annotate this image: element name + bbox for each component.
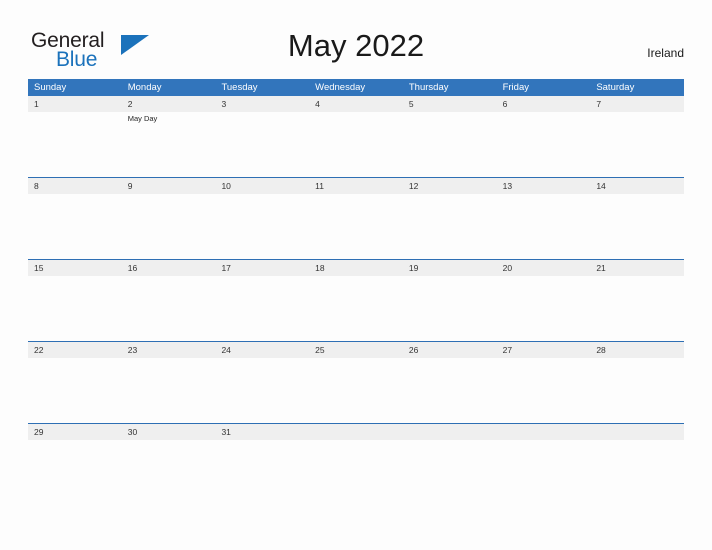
day-cell[interactable] [122, 276, 216, 341]
day-cell [497, 440, 591, 505]
week-date-band: 15 16 17 18 19 20 21 [28, 260, 684, 276]
day-cell[interactable] [403, 194, 497, 259]
day-cell[interactable] [215, 194, 309, 259]
date-number[interactable]: 11 [309, 178, 403, 194]
calendar-week-row: 22 23 24 25 26 27 28 [28, 341, 684, 423]
date-number[interactable]: 16 [122, 260, 216, 276]
day-cell[interactable] [309, 194, 403, 259]
day-cell[interactable] [403, 276, 497, 341]
day-header-monday: Monday [127, 82, 162, 93]
date-number[interactable]: 2 [122, 96, 216, 112]
date-number [309, 424, 403, 440]
date-number[interactable]: 12 [403, 178, 497, 194]
day-header-friday: Friday [502, 82, 529, 93]
calendar-grid: Sunday Monday Tuesday Wednesday Thursday… [28, 79, 684, 505]
calendar-week-row: 1 2 3 4 5 6 7 May Day [28, 96, 684, 177]
day-cell[interactable] [403, 358, 497, 423]
day-cell[interactable] [122, 440, 216, 505]
day-header-wednesday: Wednesday [315, 82, 366, 93]
week-date-band: 1 2 3 4 5 6 7 [28, 96, 684, 112]
date-number[interactable]: 18 [309, 260, 403, 276]
date-number [590, 424, 684, 440]
date-number [497, 424, 591, 440]
week-date-band: 8 9 10 11 12 13 14 [28, 178, 684, 194]
calendar-week-row: 15 16 17 18 19 20 21 [28, 259, 684, 341]
page-header: General Blue May 2022 Ireland [0, 0, 712, 78]
date-number[interactable]: 7 [590, 96, 684, 112]
date-number[interactable]: 15 [28, 260, 122, 276]
week-date-band: 22 23 24 25 26 27 28 [28, 342, 684, 358]
day-cell[interactable] [590, 276, 684, 341]
calendar-week-row: 29 30 31 [28, 423, 684, 505]
date-number[interactable]: 6 [497, 96, 591, 112]
date-number[interactable]: 9 [122, 178, 216, 194]
day-cell[interactable] [215, 358, 309, 423]
date-number[interactable]: 25 [309, 342, 403, 358]
day-cell[interactable] [215, 440, 309, 505]
date-number[interactable]: 10 [215, 178, 309, 194]
day-cell[interactable] [122, 194, 216, 259]
day-cell[interactable] [309, 276, 403, 341]
date-number[interactable]: 17 [215, 260, 309, 276]
day-header-tuesday: Tuesday [221, 82, 258, 93]
date-number[interactable]: 23 [122, 342, 216, 358]
date-number[interactable]: 22 [28, 342, 122, 358]
day-cell[interactable] [590, 112, 684, 177]
date-number[interactable]: 30 [122, 424, 216, 440]
day-header-thursday: Thursday [408, 82, 449, 93]
day-cell[interactable] [497, 358, 591, 423]
page-title: May 2022 [287, 28, 425, 63]
country-label: Ireland [647, 46, 684, 60]
day-cell[interactable] [403, 112, 497, 177]
event-label: May Day [127, 114, 158, 123]
week-event-band [28, 440, 684, 505]
day-cell[interactable] [590, 358, 684, 423]
date-number[interactable]: 29 [28, 424, 122, 440]
date-number[interactable]: 24 [215, 342, 309, 358]
day-cell[interactable] [309, 358, 403, 423]
date-number[interactable]: 19 [403, 260, 497, 276]
day-cell [590, 440, 684, 505]
day-cell [309, 440, 403, 505]
week-event-band: May Day [28, 112, 684, 177]
day-cell[interactable] [28, 358, 122, 423]
date-number[interactable]: 4 [309, 96, 403, 112]
day-cell[interactable] [497, 194, 591, 259]
date-number [403, 424, 497, 440]
date-number[interactable]: 13 [497, 178, 591, 194]
day-cell[interactable] [28, 276, 122, 341]
week-date-band: 29 30 31 [28, 424, 684, 440]
day-of-week-header-row: Sunday Monday Tuesday Wednesday Thursday… [28, 79, 684, 96]
date-number[interactable]: 26 [403, 342, 497, 358]
day-cell[interactable] [122, 358, 216, 423]
day-cell[interactable] [590, 194, 684, 259]
date-number[interactable]: 5 [403, 96, 497, 112]
day-cell[interactable] [497, 112, 591, 177]
day-cell[interactable] [215, 112, 309, 177]
day-cell [403, 440, 497, 505]
day-cell[interactable] [28, 440, 122, 505]
day-cell[interactable] [215, 276, 309, 341]
day-cell[interactable] [28, 112, 122, 177]
day-cell[interactable] [497, 276, 591, 341]
week-event-band [28, 276, 684, 341]
week-event-band [28, 358, 684, 423]
date-number[interactable]: 28 [590, 342, 684, 358]
week-event-band [28, 194, 684, 259]
calendar-page: General Blue May 2022 Ireland Sunday Mon… [0, 0, 712, 550]
date-number[interactable]: 1 [28, 96, 122, 112]
calendar-week-row: 8 9 10 11 12 13 14 [28, 177, 684, 259]
day-cell[interactable] [309, 112, 403, 177]
date-number[interactable]: 8 [28, 178, 122, 194]
day-header-saturday: Saturday [596, 82, 635, 93]
date-number[interactable]: 31 [215, 424, 309, 440]
date-number[interactable]: 27 [497, 342, 591, 358]
date-number[interactable]: 14 [590, 178, 684, 194]
date-number[interactable]: 21 [590, 260, 684, 276]
date-number[interactable]: 20 [497, 260, 591, 276]
day-cell[interactable]: May Day [122, 112, 216, 177]
date-number[interactable]: 3 [215, 96, 309, 112]
day-header-sunday: Sunday [34, 82, 67, 93]
day-cell[interactable] [28, 194, 122, 259]
